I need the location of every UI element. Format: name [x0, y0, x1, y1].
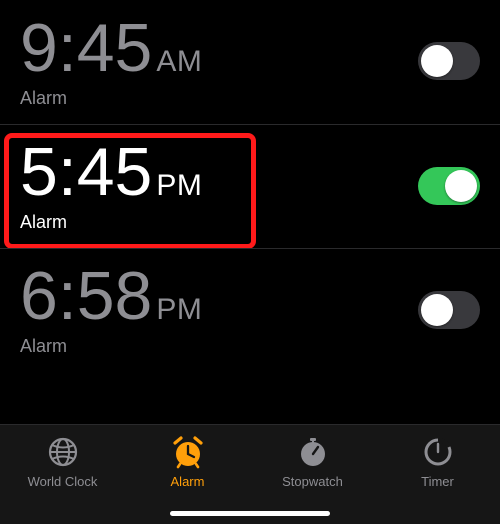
toggle-knob: [445, 170, 477, 202]
tab-timer[interactable]: Timer: [383, 435, 493, 489]
tab-bar: World Clock Alarm: [0, 424, 500, 524]
alarm-row[interactable]: 9:45 AM Alarm: [0, 0, 500, 124]
alarm-toggle[interactable]: [418, 167, 480, 205]
globe-icon: [46, 435, 80, 469]
alarm-time-period: PM: [156, 169, 202, 203]
tab-alarm[interactable]: Alarm: [133, 435, 243, 489]
alarm-time-value: 9:45: [20, 14, 152, 82]
timer-icon: [421, 435, 455, 469]
tab-label: World Clock: [28, 474, 98, 489]
alarm-clock-icon: [171, 435, 205, 469]
alarm-time: 5:45 PM: [20, 138, 202, 206]
alarm-row[interactable]: 5:45 PM Alarm: [0, 124, 500, 248]
stopwatch-icon: [296, 435, 330, 469]
tab-label: Stopwatch: [282, 474, 343, 489]
toggle-knob: [421, 45, 453, 77]
alarm-list: 9:45 AM Alarm 5:45 PM Alarm: [0, 0, 500, 424]
alarm-info: 6:58 PM Alarm: [20, 262, 202, 357]
alarm-toggle[interactable]: [418, 42, 480, 80]
alarm-time: 6:58 PM: [20, 262, 202, 330]
alarm-label: Alarm: [20, 336, 202, 357]
toggle-knob: [421, 294, 453, 326]
tab-label: Alarm: [171, 474, 205, 489]
alarm-toggle[interactable]: [418, 291, 480, 329]
alarm-label: Alarm: [20, 212, 202, 233]
tab-stopwatch[interactable]: Stopwatch: [258, 435, 368, 489]
alarm-time-value: 5:45: [20, 138, 152, 206]
alarm-time-period: PM: [156, 293, 202, 327]
clock-app-alarm-screen: 9:45 AM Alarm 5:45 PM Alarm: [0, 0, 500, 524]
alarm-time: 9:45 AM: [20, 14, 202, 82]
home-indicator[interactable]: [170, 511, 330, 516]
alarm-row[interactable]: 6:58 PM Alarm: [0, 248, 500, 372]
alarm-info: 9:45 AM Alarm: [20, 14, 202, 109]
alarm-time-value: 6:58: [20, 262, 152, 330]
alarm-time-period: AM: [156, 45, 202, 79]
tab-world-clock[interactable]: World Clock: [8, 435, 118, 489]
tab-label: Timer: [421, 474, 454, 489]
alarm-info: 5:45 PM Alarm: [20, 138, 202, 233]
alarm-label: Alarm: [20, 88, 202, 109]
